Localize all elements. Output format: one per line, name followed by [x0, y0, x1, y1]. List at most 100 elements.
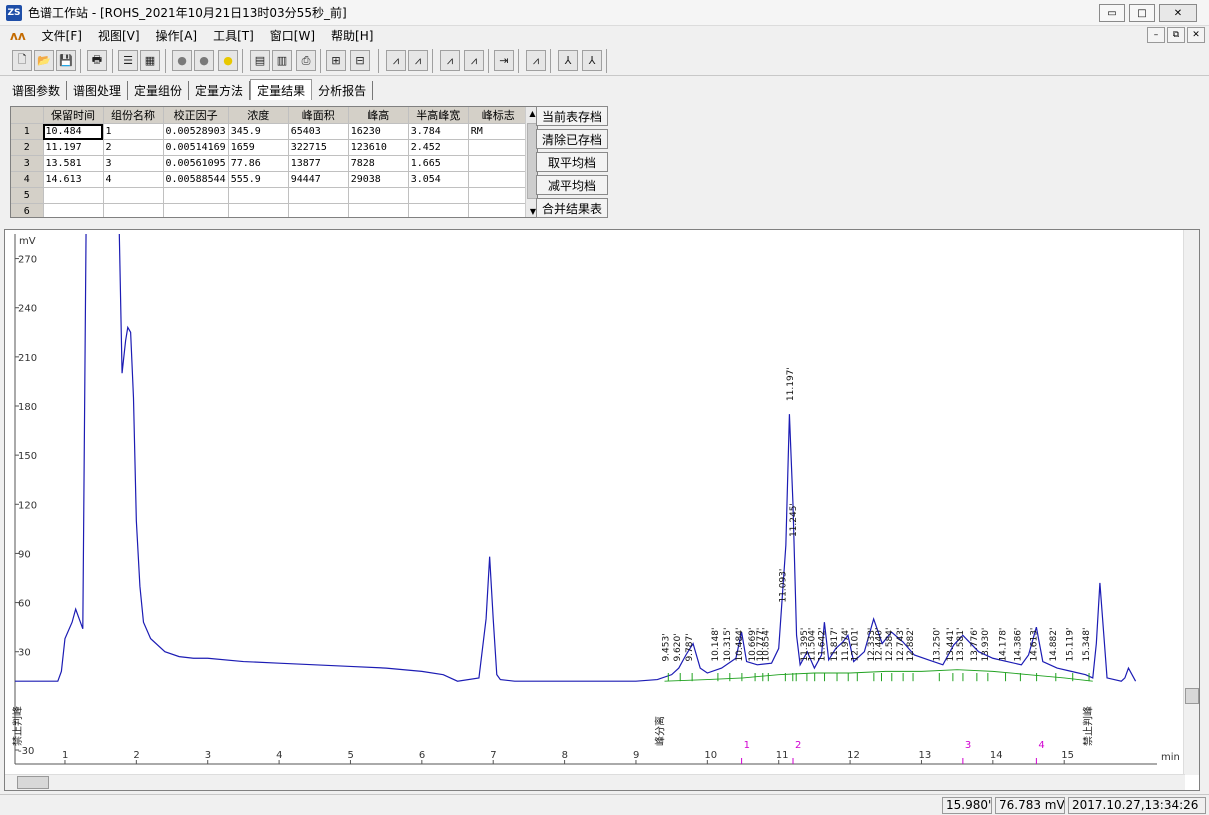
tab-quant-components[interactable]: 定量组份 [128, 81, 190, 100]
open-folder-icon[interactable]: 📂 [34, 50, 54, 71]
table-cell[interactable]: 10.484 [43, 123, 104, 140]
import-icon[interactable]: ⊟ [350, 50, 370, 71]
column-header[interactable]: 峰高 [348, 107, 409, 124]
save-icon[interactable]: 💾 [56, 50, 76, 71]
chrom-view-1-icon[interactable]: ⩘ [386, 50, 406, 71]
column-header[interactable]: 校正因子 [163, 107, 229, 124]
baseline-icon[interactable]: ⇥ [494, 50, 514, 71]
table-cell[interactable] [348, 203, 409, 217]
menu-help[interactable]: 帮助[H] [331, 27, 373, 44]
table-cell[interactable]: 3.784 [408, 123, 469, 140]
minimize-button[interactable]: ▭ [1099, 4, 1125, 22]
table-cell[interactable]: 123610 [348, 139, 409, 156]
table-cell[interactable] [468, 203, 529, 217]
table-cell[interactable]: 7828 [348, 155, 409, 172]
chrom-view-2-icon[interactable]: ⩘ [408, 50, 428, 71]
table-cell[interactable]: 345.9 [228, 123, 289, 140]
calculator-icon[interactable]: ▤ [250, 50, 270, 71]
chart-vertical-scrollbar[interactable] [1183, 230, 1199, 775]
maximize-button[interactable]: □ [1129, 4, 1155, 22]
table-cell[interactable] [103, 187, 164, 204]
table-cell[interactable] [408, 187, 469, 204]
table-cell[interactable] [408, 203, 469, 217]
tab-quant-method[interactable]: 定量方法 [189, 81, 251, 100]
column-header[interactable] [11, 107, 44, 124]
chrom-view-4-icon[interactable]: ⩘ [464, 50, 484, 71]
table-cell[interactable] [288, 187, 349, 204]
report-icon[interactable]: ▥ [272, 50, 292, 71]
chrom-view-3-icon[interactable]: ⩘ [440, 50, 460, 71]
table-cell[interactable] [228, 203, 289, 217]
subtract-average-button[interactable]: 减平均档 [536, 175, 608, 195]
menu-view[interactable]: 视图[V] [98, 27, 140, 44]
column-header[interactable]: 峰标志 [468, 107, 529, 124]
table-cell[interactable]: 13877 [288, 155, 349, 172]
mdi-restore-button[interactable]: ⧉ [1167, 27, 1185, 43]
column-header[interactable]: 组份名称 [103, 107, 164, 124]
table-cell[interactable]: 65403 [288, 123, 349, 140]
take-average-button[interactable]: 取平均档 [536, 152, 608, 172]
table-cell[interactable]: 0.00561095 [163, 155, 229, 172]
table-cell[interactable]: 29038 [348, 171, 409, 188]
row-number[interactable]: 4 [11, 171, 44, 188]
table-cell[interactable]: 1659 [228, 139, 289, 156]
table-cell[interactable] [43, 203, 104, 217]
menu-tools[interactable]: 工具[T] [213, 27, 254, 44]
table-cell[interactable]: 4 [103, 171, 164, 188]
new-file-icon[interactable]: 🗋 [12, 50, 32, 71]
table-cell[interactable] [163, 203, 229, 217]
column-header[interactable]: 峰面积 [288, 107, 349, 124]
table-cell[interactable] [228, 187, 289, 204]
table-row[interactable]: 6 [11, 203, 529, 217]
table-row[interactable]: 5 [11, 187, 529, 204]
print-setup-icon[interactable]: 🖶 [87, 50, 107, 71]
table-cell[interactable] [468, 139, 529, 156]
list-icon[interactable]: ☰ [118, 50, 138, 71]
table-cell[interactable]: 1.665 [408, 155, 469, 172]
chromatogram-plot[interactable]: mV-303060901201501802102402701 2 3 4 5 6 7 8 9 10… [5, 230, 1185, 775]
menu-window[interactable]: 窗口[W] [270, 27, 315, 44]
chart-hscroll-thumb[interactable] [17, 776, 49, 789]
table-cell[interactable]: 1 [103, 123, 164, 140]
table-cell[interactable]: 322715 [288, 139, 349, 156]
chart-horizontal-scrollbar[interactable] [5, 774, 1185, 790]
peak-unmark-icon[interactable]: ⅄ [582, 50, 602, 71]
table-cell[interactable]: 3 [103, 155, 164, 172]
stop-circle-icon[interactable]: ● [172, 50, 192, 71]
chart-vscroll-thumb[interactable] [1185, 688, 1199, 704]
table-row[interactable]: 1 10.484 1 0.00528903 345.9 65403 16230 3.784 RM [11, 123, 529, 140]
table-cell[interactable] [43, 187, 104, 204]
tab-analysis-report[interactable]: 分析报告 [312, 81, 374, 100]
menu-file[interactable]: 文件[F] [42, 27, 82, 44]
table-cell[interactable]: RM [468, 123, 529, 140]
mdi-minimize-button[interactable]: – [1147, 27, 1165, 43]
menu-app-icon[interactable]: ʌʌ [10, 29, 26, 43]
row-number[interactable]: 2 [11, 139, 44, 156]
table-cell[interactable]: 11.197 [43, 139, 104, 156]
table-cell[interactable] [468, 171, 529, 188]
merge-results-button[interactable]: 合并结果表 [536, 198, 608, 218]
table-cell[interactable]: 16230 [348, 123, 409, 140]
row-number[interactable]: 3 [11, 155, 44, 172]
spectrum-icon[interactable]: ⩘ [526, 50, 546, 71]
table-cell[interactable]: 0.00514169 [163, 139, 229, 156]
table-row[interactable]: 3 13.581 3 0.00561095 77.86 13877 7828 1.665 [11, 155, 529, 172]
column-header[interactable]: 半高峰宽 [408, 107, 469, 124]
table-cell[interactable] [468, 155, 529, 172]
column-header[interactable]: 保留时间 [43, 107, 104, 124]
mdi-close-button[interactable]: ✕ [1187, 27, 1205, 43]
table-cell[interactable]: 2.452 [408, 139, 469, 156]
table-row[interactable]: 2 11.197 2 0.00514169 1659 322715 123610 2.452 [11, 139, 529, 156]
row-number[interactable]: 5 [11, 187, 44, 204]
table-cell[interactable] [103, 203, 164, 217]
run-circle-icon[interactable]: ● [218, 50, 238, 71]
table-cell[interactable]: 77.86 [228, 155, 289, 172]
clear-saved-button[interactable]: 清除已存档 [536, 129, 608, 149]
tab-chrom-processing[interactable]: 谱图处理 [67, 81, 129, 100]
table-cell[interactable]: 3.054 [408, 171, 469, 188]
table-cell[interactable]: 94447 [288, 171, 349, 188]
table-cell[interactable]: 13.581 [43, 155, 104, 172]
table-cell[interactable]: 14.613 [43, 171, 104, 188]
table-cell[interactable]: 555.9 [228, 171, 289, 188]
column-header[interactable]: 浓度 [228, 107, 289, 124]
